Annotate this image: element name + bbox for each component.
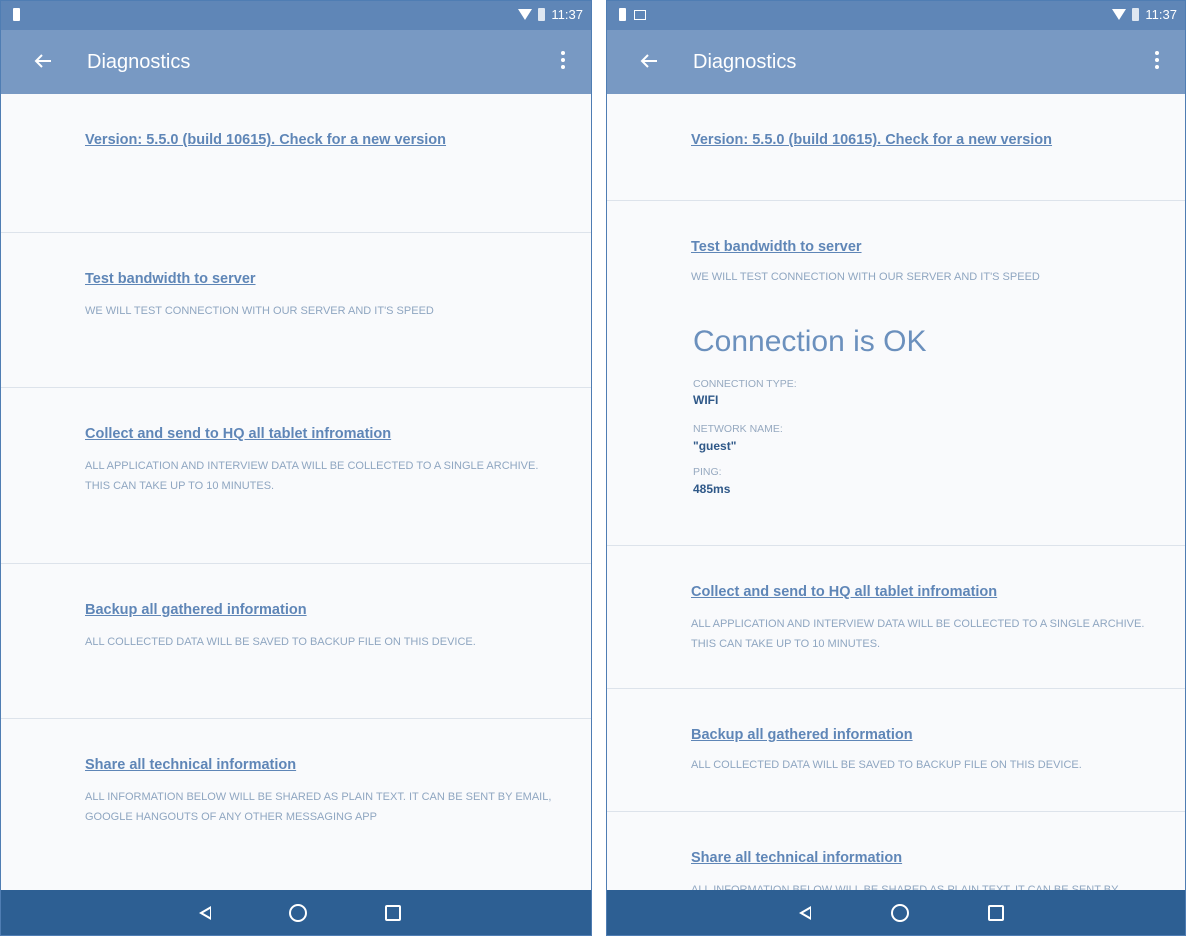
page-title: Diagnostics [693, 51, 797, 73]
navigation-bar [1, 890, 591, 935]
collect-description: All application and interview data will … [691, 618, 1145, 650]
nav-recents-icon[interactable] [983, 900, 1009, 926]
bandwidth-section: Test bandwidth to server We will test co… [1, 233, 591, 388]
navigation-bar [607, 890, 1185, 935]
diagnostics-list: Version: 5.5.0 (build 10615). Check for … [1, 94, 591, 890]
diagnostics-list: Version: 5.5.0 (build 10615). Check for … [607, 94, 1185, 890]
share-info-link[interactable]: Share all technical information [85, 757, 296, 773]
back-arrow-icon[interactable] [633, 45, 665, 77]
nav-home-icon[interactable] [887, 900, 913, 926]
nav-recents-icon[interactable] [380, 900, 406, 926]
share-section: Share all technical information All info… [607, 812, 1185, 890]
bandwidth-section: Test bandwidth to server We will test co… [607, 201, 1185, 546]
collect-send-link[interactable]: Collect and send to HQ all tablet infrom… [85, 426, 391, 442]
check-version-link[interactable]: Version: 5.5.0 (build 10615). Check for … [85, 132, 446, 148]
share-info-link[interactable]: Share all technical information [691, 850, 902, 866]
battery-icon [538, 8, 546, 21]
ping-value: 485ms [693, 482, 731, 496]
share-section: Share all technical information All info… [1, 719, 591, 890]
battery-icon [13, 8, 20, 21]
collect-description: All application and interview data will … [85, 460, 539, 492]
backup-section: Backup all gathered information All coll… [607, 689, 1185, 812]
battery-icon [619, 8, 626, 21]
bandwidth-description: We will test connection with our server … [85, 305, 434, 317]
collect-section: Collect and send to HQ all tablet infrom… [1, 388, 591, 564]
nav-home-icon[interactable] [285, 900, 311, 926]
test-bandwidth-link[interactable]: Test bandwidth to server [85, 271, 256, 287]
collect-send-link[interactable]: Collect and send to HQ all tablet infrom… [691, 584, 997, 600]
backup-description: All collected data will be saved to back… [85, 636, 476, 648]
connection-type-label: Connection type: [693, 378, 797, 390]
image-notification-icon [634, 9, 646, 20]
test-bandwidth-link[interactable]: Test bandwidth to server [691, 239, 862, 255]
network-name-label: Network name: [693, 423, 783, 435]
backup-link[interactable]: Backup all gathered information [691, 727, 913, 743]
status-bar: 11:37 [607, 1, 1185, 30]
status-time: 11:37 [551, 7, 583, 22]
nav-back-icon[interactable] [193, 900, 219, 926]
share-description: All information below will be shared as … [691, 884, 1119, 890]
overflow-menu-icon[interactable] [1151, 48, 1163, 76]
nav-back-icon[interactable] [793, 900, 819, 926]
connection-status: Connection is OK [693, 325, 927, 358]
collect-section: Collect and send to HQ all tablet infrom… [607, 546, 1185, 689]
version-section: Version: 5.5.0 (build 10615). Check for … [607, 94, 1185, 201]
share-description: All information below will be shared as … [85, 791, 552, 823]
battery-icon [1132, 8, 1140, 21]
check-version-link[interactable]: Version: 5.5.0 (build 10615). Check for … [691, 132, 1052, 148]
status-time: 11:37 [1145, 7, 1177, 22]
phone-screen-right: 11:37 Diagnostics Version: 5.5.0 (build … [606, 0, 1186, 936]
status-bar: 11:37 [1, 1, 591, 30]
app-bar: Diagnostics [607, 30, 1185, 94]
version-section: Version: 5.5.0 (build 10615). Check for … [1, 94, 591, 233]
backup-section: Backup all gathered information All coll… [1, 564, 591, 719]
network-name-value: "guest" [693, 439, 737, 453]
app-bar: Diagnostics [1, 30, 591, 94]
page-title: Diagnostics [87, 51, 191, 73]
overflow-menu-icon[interactable] [557, 48, 569, 76]
back-arrow-icon[interactable] [27, 45, 59, 77]
backup-link[interactable]: Backup all gathered information [85, 602, 307, 618]
bandwidth-description: We will test connection with our server … [691, 271, 1040, 283]
ping-label: Ping: [693, 466, 722, 478]
connection-type-value: WIFI [693, 393, 719, 407]
backup-description: All collected data will be saved to back… [691, 759, 1082, 771]
wifi-icon [518, 9, 533, 20]
wifi-icon [1112, 9, 1127, 20]
phone-screen-left: 11:37 Diagnostics Version: 5.5.0 (build … [0, 0, 592, 936]
